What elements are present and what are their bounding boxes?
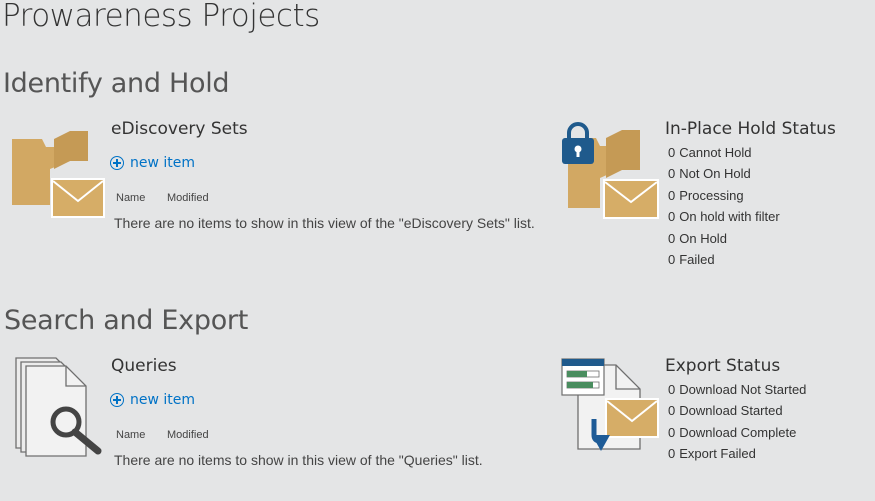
ediscovery-title[interactable]: eDiscovery Sets [111, 119, 248, 139]
queries-column-name[interactable]: Name [116, 429, 145, 441]
hold-status-title: In-Place Hold Status [665, 119, 836, 139]
lock-folder-envelope-icon [560, 122, 660, 220]
queries-title[interactable]: Queries [111, 356, 177, 376]
queries-empty-message: There are no items to show in this view … [114, 452, 483, 468]
export-status-item: 0 Download Complete [668, 424, 797, 440]
add-circle-icon [110, 156, 124, 170]
ediscovery-new-item-link[interactable]: new item [110, 155, 195, 171]
export-status-item: 0 Download Not Started [668, 382, 807, 397]
hold-status-item: 0 On hold with filter [668, 209, 780, 225]
export-status-list: 0 Download Not Started 0 Download Started … [668, 379, 806, 465]
hold-status-item: 0 Failed [668, 251, 715, 267]
hold-status-item: 0 Not On Hold [668, 166, 751, 182]
export-status-title: Export Status [665, 356, 781, 376]
page-title: Prowareness Projects [2, 0, 320, 34]
ediscovery-column-modified[interactable]: Modified [167, 192, 209, 204]
export-window-envelope-icon [560, 357, 660, 455]
add-circle-icon [110, 393, 124, 407]
section-title-search-export: Search and Export [4, 305, 249, 336]
ediscovery-column-name[interactable]: Name [116, 192, 145, 204]
export-status-item: 0 Download Started [668, 403, 783, 419]
section-title-identify-hold: Identify and Hold [3, 68, 230, 99]
documents-magnifier-icon [12, 356, 108, 458]
queries-new-item-link[interactable]: new item [110, 392, 195, 408]
hold-status-item: 0 Cannot Hold [668, 145, 752, 160]
queries-column-modified[interactable]: Modified [167, 429, 209, 441]
hold-status-item: 0 Processing [668, 187, 744, 203]
hold-status-item: 0 On Hold [668, 230, 727, 246]
ediscovery-empty-message: There are no items to show in this view … [114, 215, 535, 231]
export-status-item: 0 Export Failed [668, 446, 756, 462]
folder-envelope-icon [12, 131, 106, 221]
queries-new-item-label: new item [130, 392, 196, 408]
hold-status-list: 0 Cannot Hold 0 Not On Hold 0 Processing 0O… [668, 142, 780, 270]
ediscovery-new-item-label: new item [130, 155, 196, 171]
